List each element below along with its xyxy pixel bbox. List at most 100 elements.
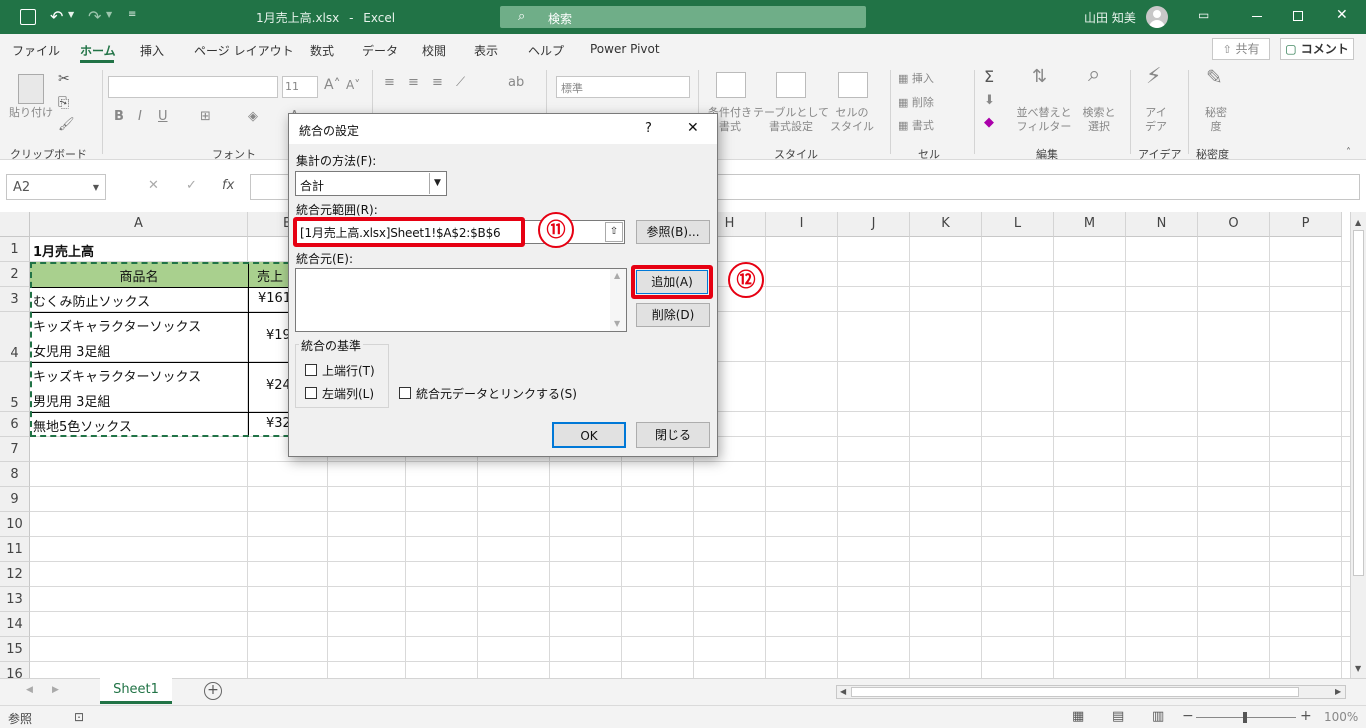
- column-header-i[interactable]: I: [766, 212, 838, 237]
- autosum-icon[interactable]: Σ: [984, 69, 994, 85]
- top-row-checkbox[interactable]: [305, 364, 317, 376]
- tab-view[interactable]: 表示: [474, 42, 498, 59]
- vertical-scroll-thumb[interactable]: [1353, 230, 1364, 576]
- close-dialog-button[interactable]: 閉じる: [636, 422, 710, 448]
- zoom-slider-thumb[interactable]: [1243, 712, 1247, 723]
- page-break-view-icon[interactable]: ▥: [1152, 709, 1164, 724]
- insert-cells-button[interactable]: ▦ 挿入: [898, 72, 934, 86]
- column-header-o[interactable]: O: [1198, 212, 1270, 237]
- italic-icon[interactable]: I: [138, 110, 142, 124]
- normal-view-icon[interactable]: ▦: [1072, 709, 1084, 724]
- conditional-format-icon[interactable]: [716, 72, 746, 98]
- row-header-6[interactable]: 6: [0, 412, 30, 437]
- help-button[interactable]: ?: [645, 121, 652, 136]
- cancel-formula-icon[interactable]: ✕: [148, 178, 159, 193]
- font-size-combo[interactable]: 11: [282, 76, 318, 98]
- row-header-8[interactable]: 8: [0, 462, 30, 487]
- align-middle-icon[interactable]: ≡: [408, 76, 419, 90]
- list-scrollbar[interactable]: ▲ ▼: [610, 269, 626, 331]
- create-links-checkbox[interactable]: [399, 387, 411, 399]
- shrink-font-icon[interactable]: A˅: [346, 78, 360, 92]
- ideas-icon[interactable]: ⚡: [1146, 66, 1161, 88]
- ok-button[interactable]: OK: [552, 422, 626, 448]
- row-header-7[interactable]: 7: [0, 437, 30, 462]
- customize-qat-icon[interactable]: ≡: [128, 9, 136, 20]
- enter-formula-icon[interactable]: ✓: [186, 178, 197, 193]
- tab-page-layout[interactable]: ページ レイアウト: [194, 42, 294, 59]
- dialog-close-icon[interactable]: ✕: [687, 120, 699, 136]
- tab-formulas[interactable]: 数式: [310, 42, 334, 59]
- vertical-scrollbar[interactable]: ▲ ▼: [1350, 212, 1366, 678]
- search-box[interactable]: ⌕ 検索: [500, 6, 866, 28]
- accessibility-icon[interactable]: ⊡: [74, 710, 84, 724]
- user-name[interactable]: 山田 知美: [1084, 9, 1136, 26]
- grow-font-icon[interactable]: A˄: [324, 78, 341, 92]
- restore-icon[interactable]: [1293, 11, 1303, 21]
- left-column-checkbox[interactable]: [305, 387, 317, 399]
- zoom-in-icon[interactable]: +: [1300, 708, 1312, 724]
- paste-icon[interactable]: [18, 74, 44, 104]
- tab-review[interactable]: 校閲: [422, 42, 446, 59]
- paste-label[interactable]: 貼り付け: [6, 106, 56, 120]
- row-header-9[interactable]: 9: [0, 487, 30, 512]
- column-header-j[interactable]: J: [838, 212, 910, 237]
- all-references-list[interactable]: ▲ ▼: [295, 268, 627, 332]
- row-header-4[interactable]: 4: [0, 312, 30, 362]
- top-row-label[interactable]: 上端行(T): [322, 362, 375, 379]
- minimize-icon[interactable]: [1252, 16, 1262, 17]
- close-window-icon[interactable]: ✕: [1336, 7, 1348, 23]
- sensitivity-label[interactable]: 秘密 度: [1196, 106, 1236, 134]
- column-header-n[interactable]: N: [1126, 212, 1198, 237]
- wrap-text-icon[interactable]: ab: [508, 76, 524, 90]
- table-format-label[interactable]: テーブルとして 書式設定: [752, 106, 830, 134]
- zoom-slider[interactable]: [1196, 712, 1296, 723]
- reference-value[interactable]: [1月売上高.xlsx]Sheet1!$A$2:$B$6: [300, 224, 501, 241]
- font-name-combo[interactable]: [108, 76, 278, 98]
- align-bottom-icon[interactable]: ≡: [432, 76, 443, 90]
- scroll-down-icon[interactable]: ▼: [1355, 664, 1361, 673]
- horizontal-scroll-thumb[interactable]: [851, 687, 1299, 697]
- row-header-12[interactable]: 12: [0, 562, 30, 587]
- function-dropdown-icon[interactable]: ▼: [429, 173, 445, 194]
- tab-home[interactable]: ホーム: [80, 42, 116, 59]
- create-links-label[interactable]: 統合元データとリンクする(S): [416, 385, 577, 402]
- row-header-13[interactable]: 13: [0, 587, 30, 612]
- comment-button[interactable]: ▢ コメント: [1280, 38, 1354, 60]
- tab-help[interactable]: ヘルプ: [528, 42, 564, 59]
- scroll-right-icon[interactable]: ▶: [1335, 687, 1341, 696]
- border-icon[interactable]: ⊞: [200, 110, 211, 124]
- ideas-label[interactable]: アイ デア: [1136, 106, 1176, 134]
- row-header-5[interactable]: 5: [0, 362, 30, 412]
- format-cells-button[interactable]: ▦ 書式: [898, 119, 934, 133]
- orientation-icon[interactable]: ⟋: [456, 76, 465, 90]
- column-header-m[interactable]: M: [1054, 212, 1126, 237]
- align-top-icon[interactable]: ≡: [384, 76, 395, 90]
- row-header-3[interactable]: 3: [0, 287, 30, 312]
- undo-icon[interactable]: ↶: [50, 7, 63, 26]
- row-header-10[interactable]: 10: [0, 512, 30, 537]
- function-select[interactable]: 合計 ▼: [295, 171, 447, 196]
- cell-style-label[interactable]: セルの スタイル: [822, 106, 882, 134]
- tab-data[interactable]: データ: [362, 42, 398, 59]
- ribbon-display-icon[interactable]: ▭: [1198, 8, 1209, 22]
- redo-dropdown-icon[interactable]: ▼: [106, 10, 112, 19]
- undo-dropdown-icon[interactable]: ▼: [68, 10, 74, 19]
- row-header-11[interactable]: 11: [0, 537, 30, 562]
- select-all-corner[interactable]: [0, 212, 30, 237]
- column-header-a[interactable]: A: [30, 212, 248, 237]
- share-button[interactable]: ⇧ 共有: [1212, 38, 1270, 60]
- cut-icon[interactable]: ✂: [58, 72, 70, 86]
- delete-button[interactable]: 削除(D): [636, 303, 710, 327]
- collapse-ribbon-icon[interactable]: ˄: [1346, 146, 1351, 160]
- underline-icon[interactable]: U: [158, 110, 168, 124]
- row-header-14[interactable]: 14: [0, 612, 30, 637]
- scroll-up-icon[interactable]: ▲: [1355, 218, 1361, 227]
- avatar-icon[interactable]: [1146, 6, 1168, 28]
- tab-file[interactable]: ファイル: [12, 42, 60, 59]
- clear-icon[interactable]: ◆: [984, 116, 994, 130]
- page-layout-view-icon[interactable]: ▤: [1112, 709, 1124, 724]
- sort-filter-label[interactable]: 並べ替えと フィルター: [1014, 106, 1074, 134]
- add-button[interactable]: 追加(A): [636, 270, 708, 294]
- row-header-16[interactable]: 16: [0, 662, 30, 678]
- column-header-k[interactable]: K: [910, 212, 982, 237]
